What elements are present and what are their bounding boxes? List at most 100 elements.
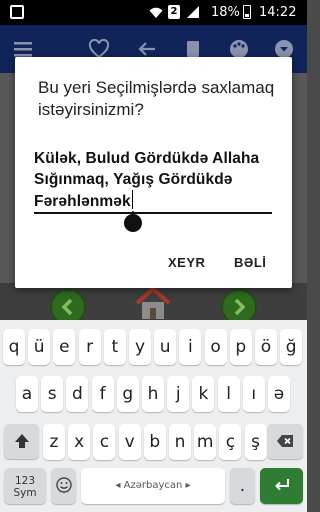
key-label: ü — [33, 337, 45, 357]
period-key[interactable]: . — [230, 468, 255, 504]
status-bar: 2 18% 14:22 — [0, 0, 307, 25]
key-i[interactable]: i — [179, 329, 202, 365]
key-c[interactable]: c — [93, 424, 116, 460]
key-ğ[interactable]: ğ — [280, 329, 303, 365]
key-ö[interactable]: ö — [255, 329, 277, 365]
key-label: h — [147, 384, 159, 404]
key-label: n — [174, 432, 186, 452]
wifi-icon — [149, 7, 163, 18]
key-label: t — [111, 337, 119, 357]
key-label: e — [59, 337, 70, 357]
key-ç[interactable]: ç — [219, 424, 242, 460]
sim-indicator: 2 — [168, 5, 180, 19]
key-t[interactable]: t — [103, 329, 126, 365]
key-label: ı — [251, 384, 257, 404]
shift-key[interactable] — [4, 424, 39, 459]
key-label: x — [74, 432, 85, 452]
key-label: o — [210, 337, 221, 357]
yes-button[interactable]: BƏLİ — [234, 255, 266, 270]
key-y[interactable]: y — [129, 329, 151, 365]
space-key-label: ◂ Azərbaycan ▸ — [115, 480, 191, 491]
keyboard-language-label: Azərbaycan — [123, 480, 183, 491]
key-label: ğ — [285, 337, 297, 357]
backspace-icon — [277, 435, 293, 447]
key-v[interactable]: v — [118, 424, 141, 460]
backspace-key[interactable] — [267, 424, 303, 459]
key-label: v — [124, 432, 135, 452]
key-label: ç — [225, 432, 236, 452]
chevron-right-icon — [234, 298, 246, 316]
key-s[interactable]: s — [41, 376, 64, 412]
key-label: ə — [273, 384, 285, 404]
key-label: f — [99, 384, 106, 404]
symbols-key-label: 123 Sym — [13, 475, 37, 499]
onscreen-keyboard: qüertyuiopöğ asdfghjklıə zxcvbnmçş 123 Sym… — [0, 320, 307, 512]
key-label: ö — [260, 337, 272, 357]
key-d[interactable]: d — [66, 376, 89, 412]
key-label: r — [86, 337, 94, 357]
key-label: b — [149, 432, 161, 452]
title-input-field[interactable]: Külək, Bulud Gördükdə Allaha Sığınmaq, Y… — [34, 148, 272, 212]
home-button[interactable] — [133, 286, 173, 320]
key-b[interactable]: b — [143, 424, 166, 460]
key-q[interactable]: q — [3, 329, 25, 365]
key-label: p — [235, 337, 247, 357]
dialog-title: Bu yeri Seçilmişlərdə saxlamaq istəyirsi… — [38, 78, 275, 119]
key-u[interactable]: u — [154, 329, 177, 365]
chevron-left-icon — [61, 298, 73, 316]
key-o[interactable]: o — [204, 329, 227, 365]
symbols-key[interactable]: 123 Sym — [4, 468, 46, 504]
key-label: k — [198, 384, 209, 404]
key-ı[interactable]: ı — [242, 376, 265, 412]
key-label: m — [196, 432, 214, 452]
cursor-handle-icon[interactable] — [123, 211, 143, 233]
key-label: g — [122, 384, 134, 404]
no-button[interactable]: XEYR — [168, 255, 205, 270]
enter-icon — [274, 479, 289, 491]
key-e[interactable]: e — [53, 329, 76, 365]
key-label: d — [71, 384, 83, 404]
notification-icon — [10, 5, 24, 19]
input-underline — [34, 212, 272, 214]
key-label: z — [49, 432, 59, 452]
key-h[interactable]: h — [142, 376, 164, 412]
key-label: i — [188, 337, 193, 357]
enter-key[interactable] — [260, 468, 303, 504]
text-cursor — [131, 190, 134, 209]
key-ə[interactable]: ə — [268, 376, 290, 412]
key-label: ş — [251, 432, 261, 452]
emoji-icon — [55, 477, 72, 493]
key-l[interactable]: l — [217, 376, 240, 412]
key-p[interactable]: p — [229, 329, 252, 365]
key-x[interactable]: x — [68, 424, 91, 460]
key-label: u — [159, 337, 171, 357]
key-label: a — [21, 384, 33, 404]
key-ü[interactable]: ü — [28, 329, 51, 365]
key-a[interactable]: a — [16, 376, 38, 412]
key-label: s — [47, 384, 57, 404]
key-r[interactable]: r — [78, 329, 101, 365]
key-g[interactable]: g — [116, 376, 139, 412]
battery-percent: 18% — [211, 5, 240, 20]
save-favorite-dialog: Bu yeri Seçilmişlərdə saxlamaq istəyirsi… — [15, 57, 292, 288]
key-ş[interactable]: ş — [244, 424, 267, 460]
space-key[interactable]: ◂ Azərbaycan ▸ — [81, 468, 225, 504]
key-label: y — [134, 337, 146, 357]
period-key-label: . — [239, 476, 246, 496]
key-n[interactable]: n — [169, 424, 191, 460]
key-label: q — [8, 337, 20, 357]
key-k[interactable]: k — [192, 376, 215, 412]
key-label: l — [226, 384, 231, 404]
battery-icon — [243, 5, 251, 19]
clock: 14:22 — [259, 5, 297, 20]
shift-icon — [14, 434, 29, 448]
input-value: Külək, Bulud Gördükdə Allaha Sığınmaq, Y… — [34, 150, 260, 210]
key-z[interactable]: z — [43, 424, 65, 460]
key-f[interactable]: f — [91, 376, 114, 412]
key-label: c — [99, 432, 110, 452]
signal-icon — [187, 6, 199, 18]
emoji-key[interactable] — [51, 468, 76, 504]
key-m[interactable]: m — [194, 424, 217, 460]
key-j[interactable]: j — [167, 376, 190, 412]
key-label: j — [175, 384, 181, 404]
